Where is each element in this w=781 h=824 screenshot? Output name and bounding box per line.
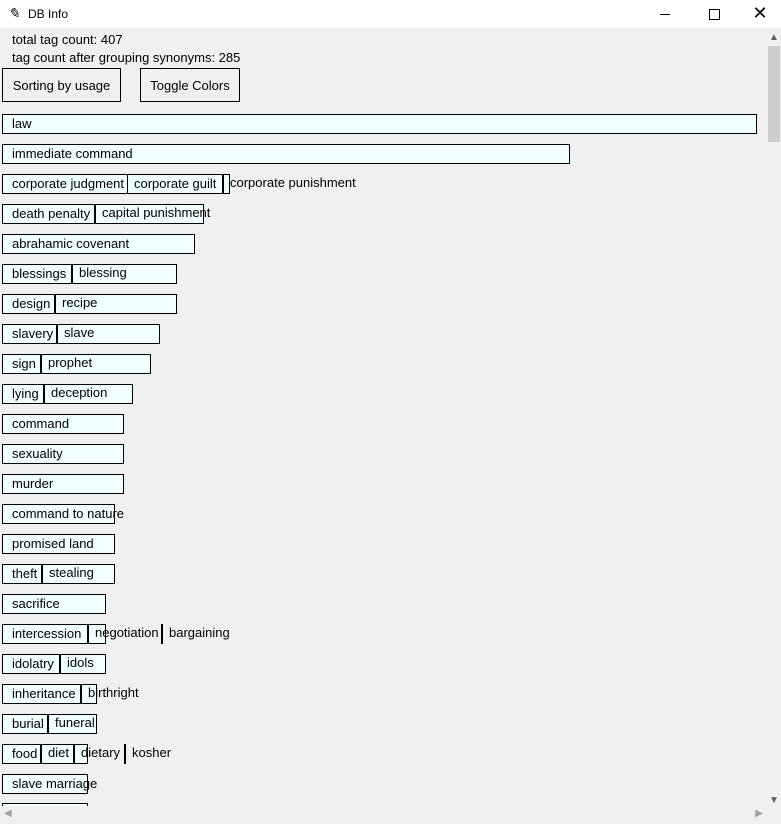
tag-murder[interactable]: murder [2,474,124,494]
tag-sacrifice[interactable]: sacrifice [2,594,106,614]
window-title: DB Info [28,7,69,21]
sort-button[interactable]: Sorting by usage [2,68,121,102]
tag-command-to-nature[interactable]: command to nature [2,504,124,524]
tag-slave-marriage[interactable]: slave marriage [2,774,97,794]
tag-corporate-guilt[interactable]: corporate guilt [127,174,223,194]
title-bar: ✎ DB Info ✕ [0,0,781,28]
tag-funeral[interactable]: funeral [47,714,95,734]
tag-command[interactable]: command [2,414,124,434]
tag-blessing[interactable]: blessing [71,264,171,284]
tag-sexuality[interactable]: sexuality [2,444,124,464]
total-tag-count: total tag count: 407 [12,32,123,47]
tag-bargaining[interactable]: bargaining [161,624,241,644]
horizontal-scrollbar[interactable]: ◀ ▶ [0,806,781,824]
tag-slave[interactable]: slave [56,324,146,344]
maximize-button[interactable] [691,0,737,28]
maximize-icon [708,8,720,20]
tag-stealing[interactable]: stealing [41,564,111,584]
tag-immediate-command[interactable]: immediate command [2,144,570,164]
vertical-scrollbar[interactable]: ▲ ▼ [765,30,781,806]
grouped-tag-count: tag count after grouping synonyms: 285 [12,50,241,65]
tag-birthright[interactable]: birthright [80,684,150,704]
tag-idols[interactable]: idols [59,654,103,674]
scroll-thumb[interactable] [768,46,780,142]
close-button[interactable]: ✕ [737,0,781,28]
scroll-left-icon[interactable]: ◀ [4,808,12,819]
minimize-button[interactable] [642,0,688,28]
tag-law[interactable]: law [2,114,757,134]
tag-capital-punishment[interactable]: capital punishment [94,204,214,224]
tag-negotiation[interactable]: negotiation [87,624,159,644]
tag-deception[interactable]: deception [43,384,128,404]
tag-promised-land[interactable]: promised land [2,534,115,554]
scroll-right-icon[interactable]: ▶ [755,808,763,819]
tag-abrahamic-covenant[interactable]: abrahamic covenant [2,234,195,254]
scroll-down-icon[interactable]: ▼ [769,795,779,806]
close-icon: ✕ [752,3,768,24]
tag-prophet[interactable]: prophet [40,354,130,374]
toggle-colors-button[interactable]: Toggle Colors [140,68,240,102]
tag-recipe[interactable]: recipe [54,294,154,314]
minimize-icon [660,13,670,15]
tag-corporate-punishment[interactable]: corporate punishment [222,174,362,194]
feather-icon: ✎ [8,5,20,21]
scroll-up-icon[interactable]: ▲ [769,32,779,43]
tag-dietary[interactable]: dietary [73,744,125,764]
tag-kosher[interactable]: kosher [124,744,184,764]
